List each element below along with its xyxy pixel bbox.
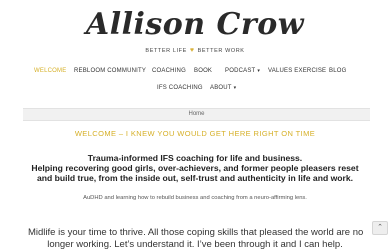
nav-item-ifs-coaching[interactable]: IFS Coaching xyxy=(157,84,203,93)
site-logo[interactable]: Allison Crow xyxy=(0,8,390,42)
main-navigation: Welcome Rebloom Community Coaching Book … xyxy=(0,66,390,96)
nav-item-values-exercise[interactable]: Values Exercise xyxy=(268,67,326,76)
heart-icon: ♥ xyxy=(189,47,195,54)
nav-item-welcome[interactable]: Welcome xyxy=(34,67,66,76)
nav-item-podcast[interactable]: Podcast ▾ xyxy=(225,67,260,76)
nav-item-about-label: About xyxy=(210,85,232,91)
breadcrumb-bar: Home xyxy=(23,108,370,121)
body-line: longer working. Let’s understand it. I’v… xyxy=(47,239,343,250)
tagline-right: BETTER WORK xyxy=(197,48,245,54)
site-header: Allison Crow BETTER LIFE ♥ BETTER WORK xyxy=(0,0,390,62)
chevron-down-icon: ▾ xyxy=(257,68,261,74)
lead-text: Trauma-informed IFS coaching for life an… xyxy=(30,153,360,183)
lead-line: Trauma-informed IFS coaching for life an… xyxy=(87,153,303,163)
body-text: Midlife is your time to thrive. All thos… xyxy=(28,227,364,251)
nav-item-rebloom-community[interactable]: Rebloom Community xyxy=(74,67,146,76)
lead-line: Helping recovering good girls, over-achi… xyxy=(31,163,359,173)
nav-item-blog[interactable]: Blog xyxy=(329,67,346,76)
breadcrumb-home[interactable]: Home xyxy=(23,111,370,118)
chevron-up-icon: ⌃ xyxy=(377,224,383,231)
subnote-text: AuDHD and learning how to rebuild busine… xyxy=(83,195,307,201)
tagline: BETTER LIFE ♥ BETTER WORK xyxy=(0,47,390,55)
tagline-left: BETTER LIFE xyxy=(145,48,187,54)
body-line: Midlife is your time to thrive. All thos… xyxy=(28,227,364,238)
page-title: WELCOME – I KNEW YOU WOULD GET HERE RIGH… xyxy=(74,129,316,138)
nav-item-about[interactable]: About ▾ xyxy=(210,84,236,93)
nav-item-podcast-label: Podcast xyxy=(225,68,256,74)
nav-item-coaching[interactable]: Coaching xyxy=(152,67,186,76)
nav-item-book[interactable]: Book xyxy=(194,67,212,76)
lead-line: and build true, from the inside out, sel… xyxy=(36,173,354,183)
scroll-to-top-button[interactable]: ⌃ xyxy=(372,221,388,235)
chevron-down-icon: ▾ xyxy=(233,85,237,91)
